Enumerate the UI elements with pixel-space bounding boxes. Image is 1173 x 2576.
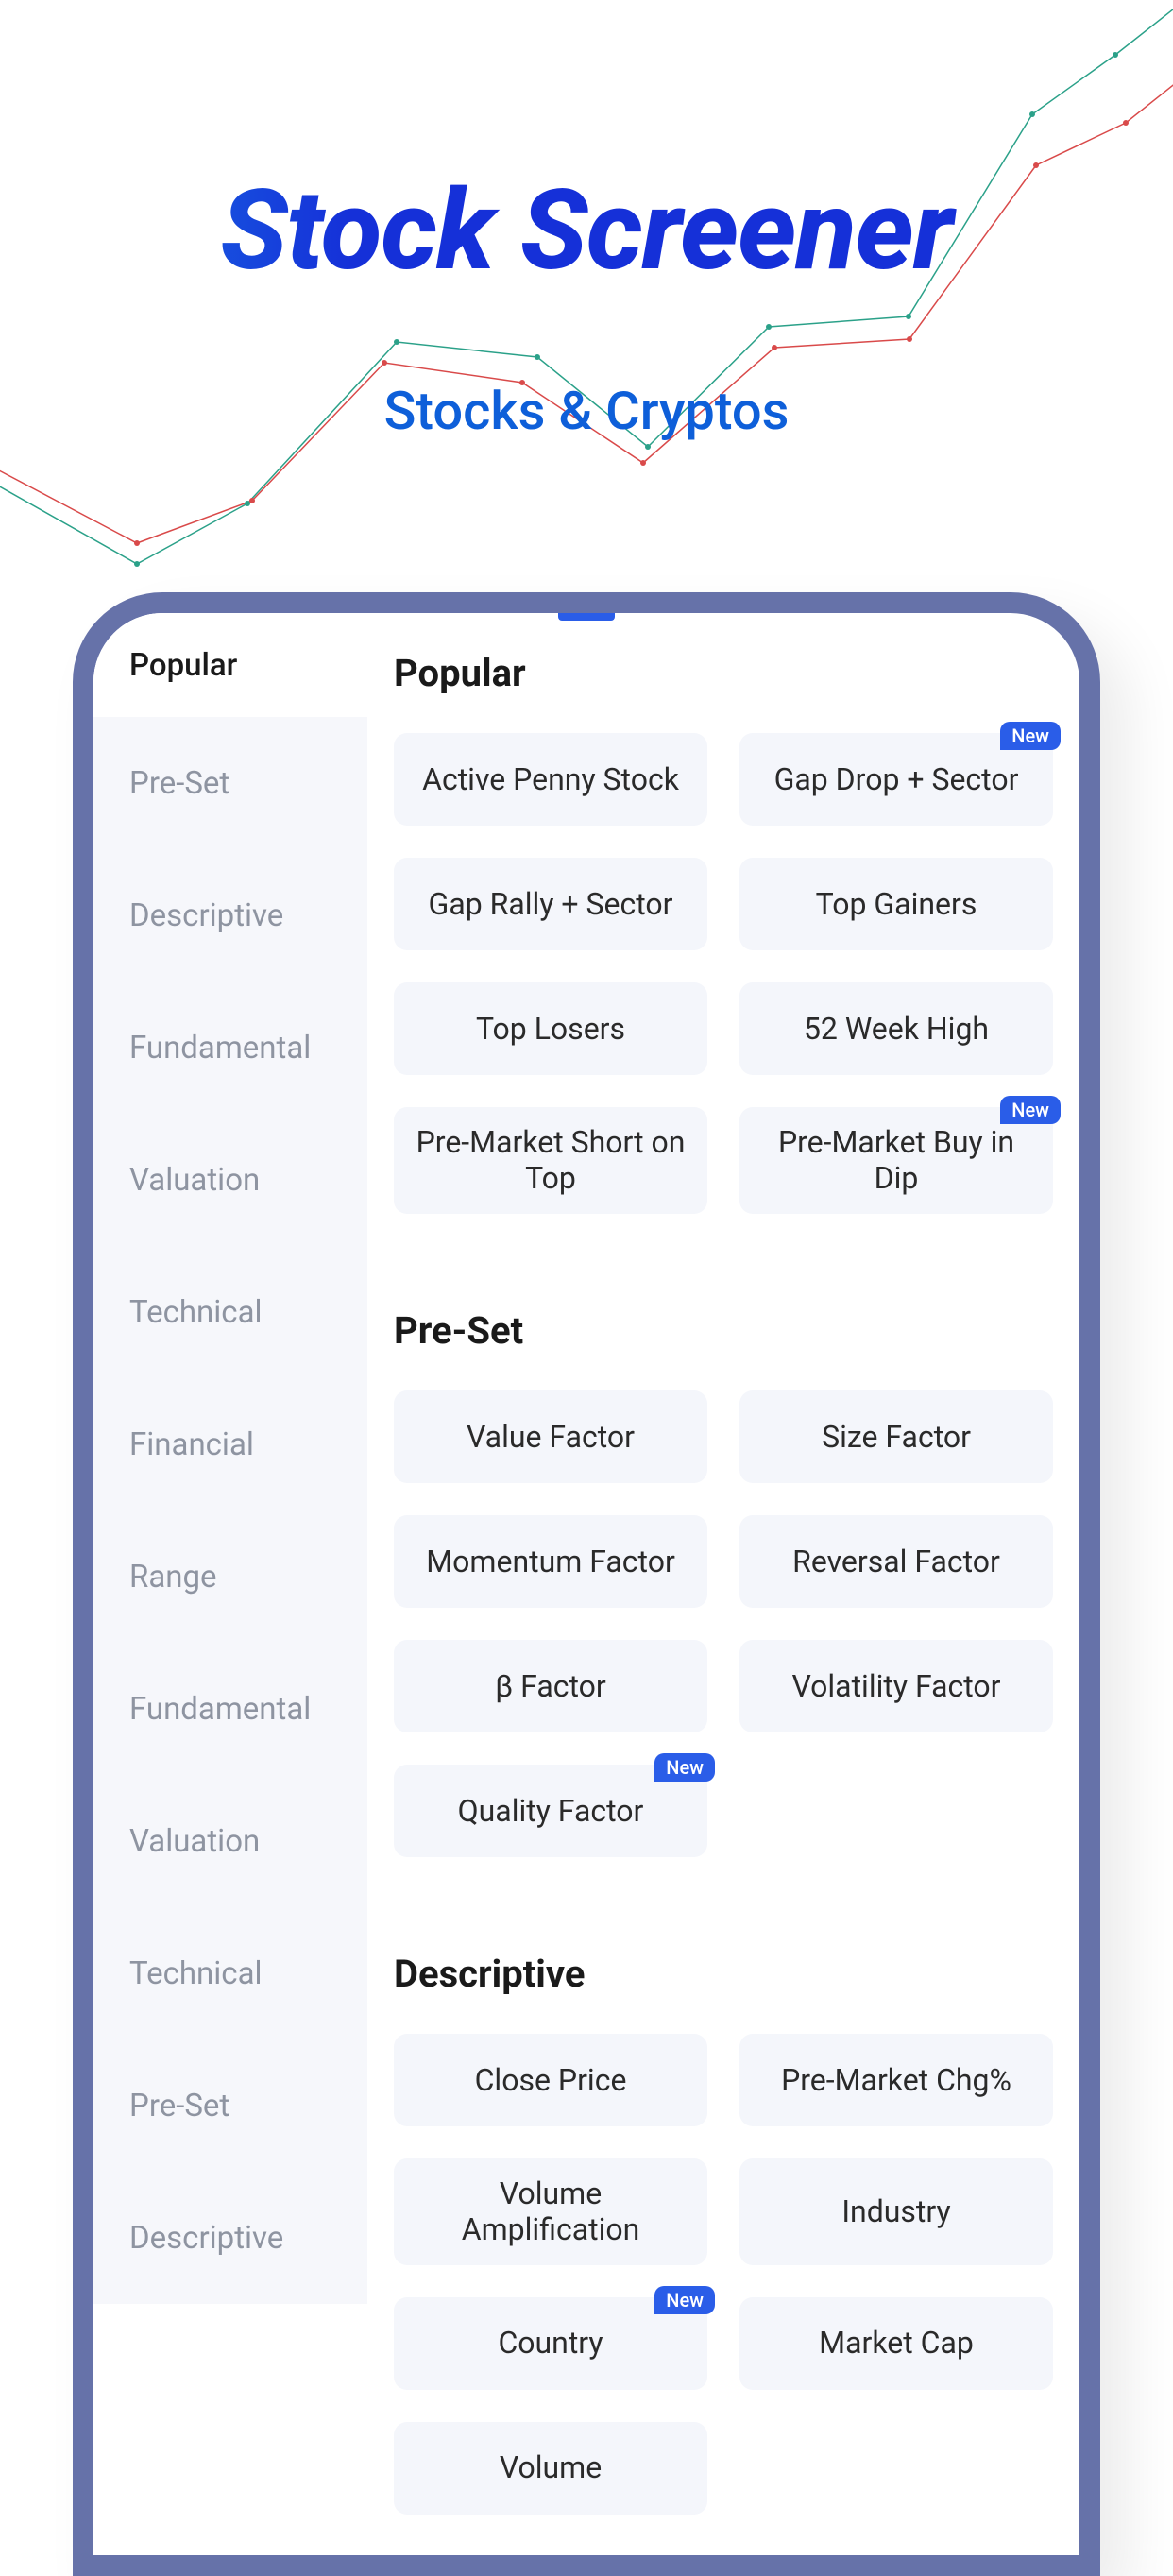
section-title-pre-set: Pre-Set [394, 1308, 1053, 1353]
chip-label: Value Factor [467, 1419, 635, 1455]
chip-label: Close Price [475, 2062, 627, 2098]
chip-label: Gap Drop + Sector [774, 761, 1019, 797]
sidebar-item-range-7[interactable]: Range [94, 1510, 367, 1643]
filter-chip--factor[interactable]: β Factor [394, 1640, 707, 1732]
hero-subtitle: Stocks & Cryptos [0, 380, 1173, 442]
filter-chip-52-week-high[interactable]: 52 Week High [740, 982, 1053, 1075]
hero-title: Stock Screener [0, 165, 1173, 296]
sidebar-item-pre-set-1[interactable]: Pre-Set [94, 717, 367, 849]
filter-chip-value-factor[interactable]: Value Factor [394, 1390, 707, 1483]
chip-label: Active Penny Stock [422, 761, 679, 797]
filter-chip-gap-rally-sector[interactable]: Gap Rally + Sector [394, 858, 707, 950]
new-badge: New [1000, 1096, 1061, 1124]
sidebar-item-technical-5[interactable]: Technical [94, 1246, 367, 1378]
filter-chip-close-price[interactable]: Close Price [394, 2034, 707, 2126]
filter-chip-top-losers[interactable]: Top Losers [394, 982, 707, 1075]
sidebar-item-technical-10[interactable]: Technical [94, 1907, 367, 2039]
chip-grid-pre-set: Value Factor Size Factor Momentum Factor Re… [394, 1390, 1053, 1857]
filter-chip-volatility-factor[interactable]: Volatility Factor [740, 1640, 1053, 1732]
sidebar-item-financial-6[interactable]: Financial [94, 1378, 367, 1510]
new-badge: New [654, 1753, 715, 1782]
filter-chip-pre-market-buy-in-dip[interactable]: Pre-Market Buy in DipNew [740, 1107, 1053, 1214]
filter-chip-size-factor[interactable]: Size Factor [740, 1390, 1053, 1483]
filter-chip-momentum-factor[interactable]: Momentum Factor [394, 1515, 707, 1608]
chip-label: Quality Factor [458, 1793, 644, 1829]
chip-label: Top Losers [476, 1011, 625, 1047]
filter-chip-market-cap[interactable]: Market Cap [740, 2297, 1053, 2390]
sidebar-item-valuation-4[interactable]: Valuation [94, 1114, 367, 1246]
sidebar-item-valuation-9[interactable]: Valuation [94, 1775, 367, 1907]
new-badge: New [654, 2286, 715, 2314]
chip-label: Industry [842, 2193, 950, 2229]
filter-chip-active-penny-stock[interactable]: Active Penny Stock [394, 733, 707, 826]
chip-label: Pre-Market Buy in Dip [753, 1124, 1040, 1197]
sidebar-item-pre-set-11[interactable]: Pre-Set [94, 2039, 367, 2172]
chip-label: Top Gainers [816, 886, 978, 922]
chip-label: β Factor [495, 1668, 605, 1704]
sidebar-item-fundamental-8[interactable]: Fundamental [94, 1643, 367, 1775]
filter-chip-volume-amplification[interactable]: Volume Amplification [394, 2158, 707, 2265]
background-chart-decoration [0, 0, 1173, 661]
chip-label: Country [498, 2325, 603, 2361]
phone-frame: PopularPre-SetDescriptiveFundamentalValu… [73, 592, 1100, 2576]
chip-label: Volume [500, 2449, 602, 2485]
filter-chip-gap-drop-sector[interactable]: Gap Drop + SectorNew [740, 733, 1053, 826]
filter-chip-pre-market-short-on-top[interactable]: Pre-Market Short on Top [394, 1107, 707, 1214]
sidebar: PopularPre-SetDescriptiveFundamentalValu… [94, 613, 367, 2555]
chip-grid-descriptive: Close Price Pre-Market Chg% Volume Amplifi… [394, 2034, 1053, 2515]
filter-chip-country[interactable]: CountryNew [394, 2297, 707, 2390]
section-title-descriptive: Descriptive [394, 1952, 1053, 1996]
sidebar-item-fundamental-3[interactable]: Fundamental [94, 981, 367, 1114]
chip-label: Market Cap [819, 2325, 974, 2361]
filter-chip-volume[interactable]: Volume [394, 2422, 707, 2515]
content-area: Popular Active Penny Stock Gap Drop + Sect… [367, 613, 1080, 2555]
filter-chip-quality-factor[interactable]: Quality FactorNew [394, 1765, 707, 1857]
chip-label: Pre-Market Chg% [781, 2062, 1012, 2098]
new-badge: New [1000, 722, 1061, 750]
filter-chip-reversal-factor[interactable]: Reversal Factor [740, 1515, 1053, 1608]
section-title-popular: Popular [394, 651, 1053, 695]
sidebar-item-popular-0[interactable]: Popular [94, 613, 367, 717]
notch-indicator [558, 613, 615, 621]
chip-label: Size Factor [822, 1419, 971, 1455]
filter-chip-industry[interactable]: Industry [740, 2158, 1053, 2265]
sidebar-item-descriptive-12[interactable]: Descriptive [94, 2172, 367, 2304]
sidebar-item-descriptive-2[interactable]: Descriptive [94, 849, 367, 981]
phone-inner: PopularPre-SetDescriptiveFundamentalValu… [94, 613, 1080, 2555]
chip-label: Pre-Market Short on Top [407, 1124, 694, 1197]
chip-label: Volatility Factor [791, 1668, 1000, 1704]
chip-label: Momentum Factor [426, 1544, 675, 1579]
chip-grid-popular: Active Penny StockGap Drop + SectorNewGa… [394, 733, 1053, 1214]
chip-label: Gap Rally + Sector [429, 886, 673, 922]
filter-chip-pre-market-chg-[interactable]: Pre-Market Chg% [740, 2034, 1053, 2126]
chip-label: Reversal Factor [792, 1544, 1000, 1579]
filter-chip-top-gainers[interactable]: Top Gainers [740, 858, 1053, 950]
chip-label: 52 Week High [804, 1011, 989, 1047]
chip-label: Volume Amplification [407, 2175, 694, 2248]
